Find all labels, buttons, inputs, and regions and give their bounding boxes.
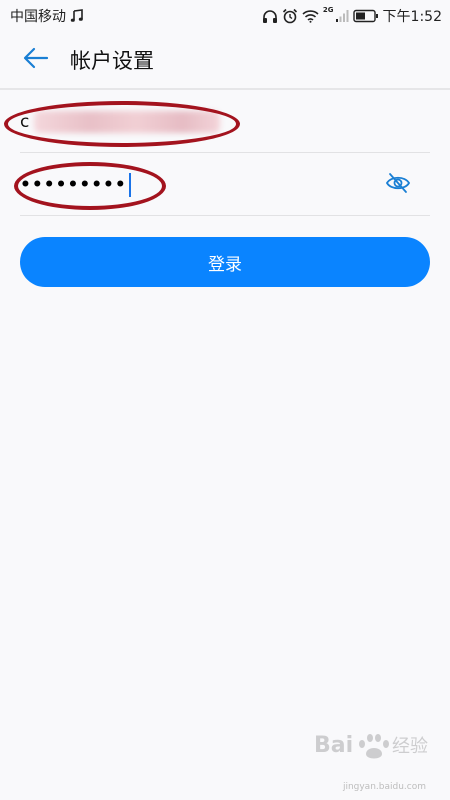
wifi-icon: [302, 9, 319, 23]
password-field-row: •••••••••: [20, 154, 430, 216]
app-header: 帐户设置: [0, 32, 450, 90]
alarm-icon: [282, 8, 298, 24]
music-note-icon: [70, 9, 84, 23]
signal-icon: [335, 9, 349, 23]
eye-off-icon: [385, 172, 411, 198]
svg-text:Bai: Bai: [314, 733, 353, 758]
account-field-row: c: [20, 91, 430, 153]
text-cursor: [128, 172, 131, 197]
password-input[interactable]: •••••••••: [20, 170, 131, 200]
headphones-icon: [262, 9, 278, 24]
status-left: 中国移动: [10, 6, 84, 26]
account-visible-char: c: [20, 111, 30, 132]
account-input[interactable]: c: [20, 107, 220, 137]
baidu-watermark-logo: Bai 经验: [314, 720, 434, 776]
svg-text:经验: 经验: [392, 736, 428, 757]
login-button[interactable]: 登录: [20, 237, 430, 287]
battery-icon: [352, 9, 379, 23]
password-mask: •••••••••: [20, 174, 127, 195]
network-type-label: 2G: [322, 6, 334, 14]
back-button[interactable]: [18, 42, 54, 78]
status-time: 下午1:52: [382, 9, 442, 25]
password-visibility-toggle[interactable]: [384, 171, 412, 199]
carrier-name: 中国移动: [10, 9, 66, 25]
account-blurred-text: [34, 110, 220, 133]
status-bar: 中国移动 2G 下午1:52: [0, 0, 450, 32]
watermark-url: jingyan.baidu.com: [342, 782, 426, 792]
page-title: 帐户设置: [70, 49, 154, 73]
status-right: 2G 下午1:52: [262, 6, 442, 26]
arrow-left-icon: [23, 47, 49, 73]
